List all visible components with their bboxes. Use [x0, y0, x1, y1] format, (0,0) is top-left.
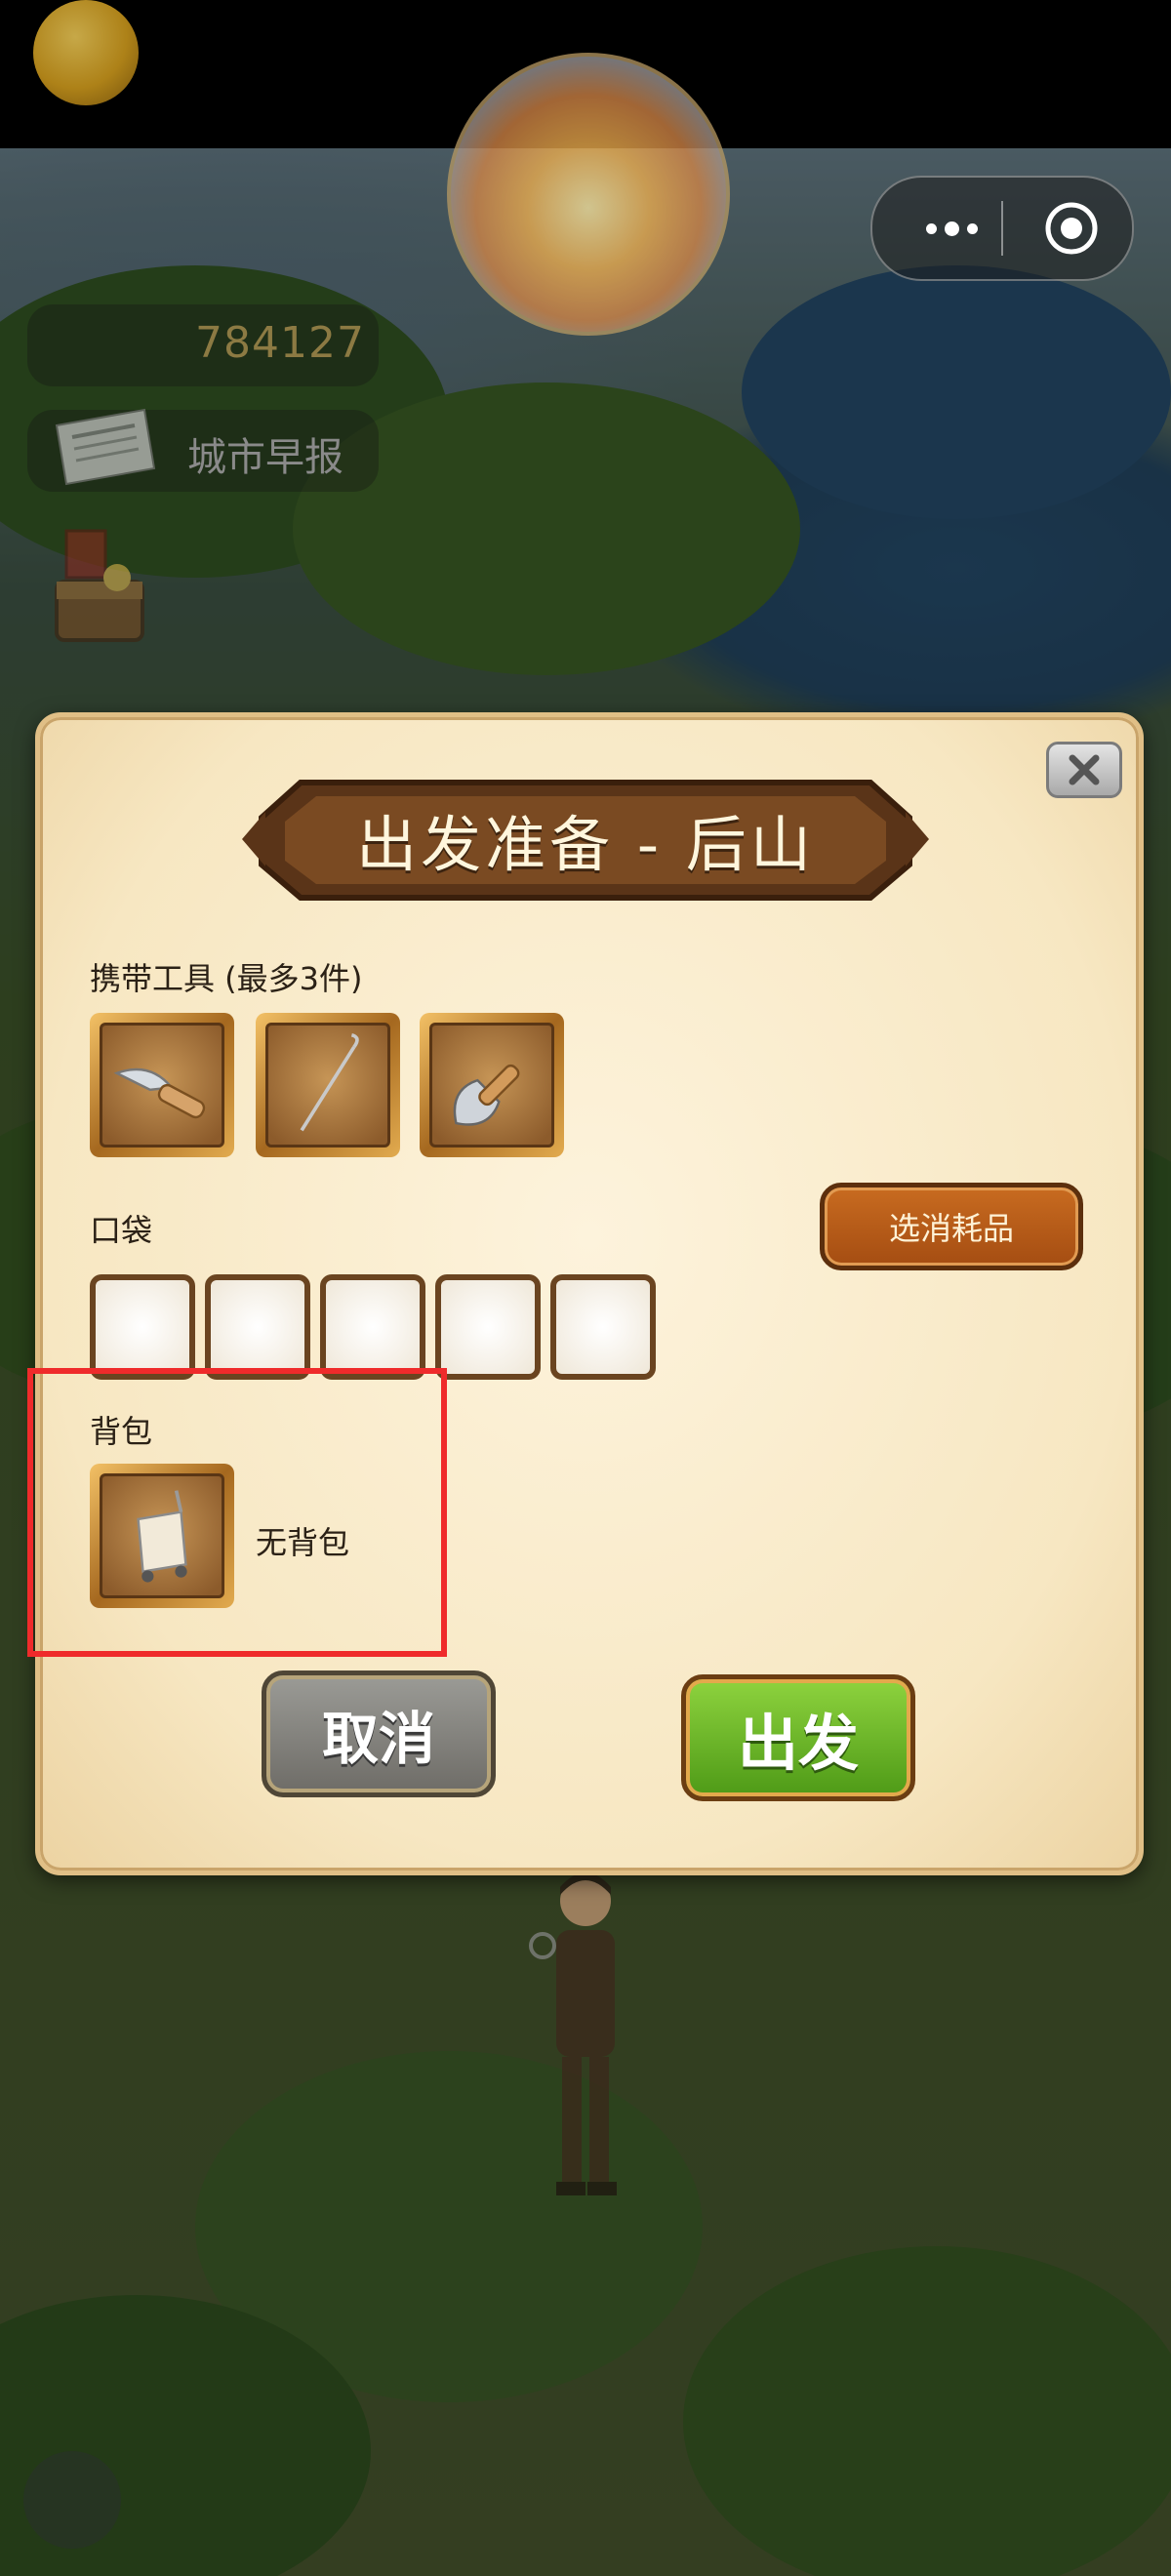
- tools-label: 携带工具 (最多3件): [90, 960, 363, 997]
- depart-button[interactable]: 出发: [681, 1674, 915, 1801]
- settings-gear-icon[interactable]: [23, 2451, 121, 2549]
- sunset-orb: [447, 53, 730, 336]
- pocket-label: 口袋: [90, 1212, 153, 1249]
- pocket-slot-4[interactable]: [435, 1274, 541, 1380]
- select-consumables-button[interactable]: 选消耗品: [820, 1183, 1083, 1270]
- close-target-icon[interactable]: [1042, 199, 1101, 258]
- pocket-slot-3[interactable]: [320, 1274, 425, 1380]
- detective-character: [529, 1872, 617, 2195]
- treasure-chest-icon[interactable]: [49, 523, 150, 650]
- backpack-highlight-box: [27, 1368, 447, 1657]
- close-icon: [1069, 754, 1100, 785]
- hook-stick-icon: [300, 1032, 359, 1132]
- knife-icon: [113, 1067, 206, 1119]
- trowel-icon: [453, 1064, 520, 1126]
- more-icon[interactable]: [908, 207, 995, 250]
- tool-slot-1[interactable]: [90, 1013, 234, 1157]
- pocket-slot-5[interactable]: [550, 1274, 656, 1380]
- cancel-button[interactable]: 取消: [262, 1670, 496, 1797]
- tool-slot-2[interactable]: [256, 1013, 400, 1157]
- tool-slot-3[interactable]: [420, 1013, 564, 1157]
- coin-value: 784127: [195, 318, 365, 368]
- close-button[interactable]: [1046, 742, 1122, 798]
- mini-program-capsule: [870, 176, 1134, 281]
- dialog-title: 出发准备 - 后山: [356, 809, 815, 880]
- pocket-slot-1[interactable]: [90, 1274, 195, 1380]
- capsule-divider: [1001, 201, 1003, 256]
- gold-coin-icon: [33, 0, 139, 105]
- city-news-label: 城市早报: [187, 435, 343, 480]
- newspaper-icon: [55, 408, 156, 486]
- pocket-slot-2[interactable]: [205, 1274, 310, 1380]
